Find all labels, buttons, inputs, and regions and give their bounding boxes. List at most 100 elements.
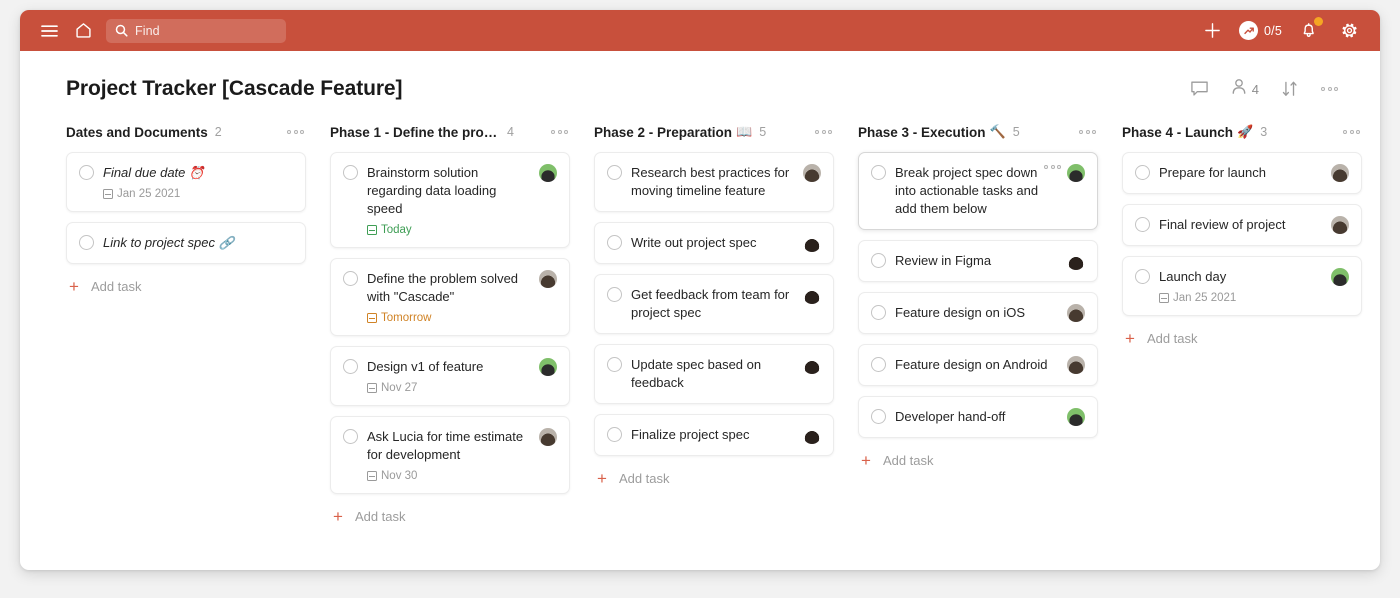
gear-icon[interactable] <box>1336 18 1362 44</box>
assignee-avatar[interactable] <box>803 426 821 444</box>
task-due-date-label: Nov 30 <box>381 470 418 482</box>
task-card[interactable]: Final review of project <box>1122 204 1362 246</box>
task-complete-checkbox[interactable] <box>871 409 886 424</box>
task-card[interactable]: Design v1 of feature Nov 27 <box>330 346 570 406</box>
task-card[interactable]: Review in Figma <box>858 240 1098 282</box>
assignee-avatar[interactable] <box>539 428 557 446</box>
assignee-avatar[interactable] <box>1331 164 1349 182</box>
sort-arrows-icon[interactable] <box>1281 80 1299 98</box>
task-complete-checkbox[interactable] <box>607 357 622 372</box>
task-title: Link to project spec 🔗 <box>103 235 235 250</box>
task-card[interactable]: Finalize project spec <box>594 414 834 456</box>
hamburger-menu-icon[interactable] <box>36 18 62 44</box>
task-title: Get feedback from team for project spec <box>631 287 790 320</box>
assignee-avatar[interactable] <box>803 234 821 252</box>
task-card[interactable]: Launch day Jan 25 2021 <box>1122 256 1362 316</box>
app-window: Find 0/5 Project Tracker [Cascade Featur… <box>20 10 1380 570</box>
task-complete-checkbox[interactable] <box>871 253 886 268</box>
task-due-date-label: Today <box>381 224 412 236</box>
column-more-icon[interactable] <box>551 130 568 134</box>
task-complete-checkbox[interactable] <box>343 165 358 180</box>
task-due-date[interactable]: Nov 27 <box>367 382 557 394</box>
task-card[interactable]: Ask Lucia for time estimate for developm… <box>330 416 570 494</box>
card-list: Brainstorm solution regarding data loadi… <box>330 152 570 494</box>
task-complete-checkbox[interactable] <box>343 429 358 444</box>
task-complete-checkbox[interactable] <box>79 165 94 180</box>
task-complete-checkbox[interactable] <box>607 427 622 442</box>
comment-icon[interactable] <box>1190 80 1209 98</box>
card-list: Research best practices for moving timel… <box>594 152 834 456</box>
page-header: Project Tracker [Cascade Feature] 4 <box>20 51 1380 101</box>
task-complete-checkbox[interactable] <box>1135 217 1150 232</box>
assignee-avatar[interactable] <box>1067 408 1085 426</box>
add-task-label: Add task <box>90 279 142 294</box>
task-title: Update spec based on feedback <box>631 357 762 390</box>
task-due-date[interactable]: Today <box>367 224 557 236</box>
column-more-icon[interactable] <box>1079 130 1096 134</box>
task-card[interactable]: Feature design on Android <box>858 344 1098 386</box>
task-card[interactable]: Research best practices for moving timel… <box>594 152 834 212</box>
task-due-date[interactable]: Nov 30 <box>367 470 557 482</box>
bell-icon[interactable] <box>1296 16 1323 44</box>
assignee-avatar[interactable] <box>1067 252 1085 270</box>
task-card[interactable]: Define the problem solved with "Cascade"… <box>330 258 570 336</box>
task-complete-checkbox[interactable] <box>343 271 358 286</box>
task-complete-checkbox[interactable] <box>79 235 94 250</box>
task-complete-checkbox[interactable] <box>343 359 358 374</box>
column-emoji-icon: 📖 <box>736 124 753 139</box>
task-card-row: Define the problem solved with "Cascade" <box>343 270 557 306</box>
search-input[interactable]: Find <box>106 18 286 43</box>
task-due-date[interactable]: Jan 25 2021 <box>103 188 293 200</box>
add-task-label: Add task <box>354 509 406 524</box>
plus-icon: + <box>597 469 607 488</box>
task-card[interactable]: Feature design on iOS <box>858 292 1098 334</box>
task-card[interactable]: Get feedback from team for project spec <box>594 274 834 334</box>
column-more-icon[interactable] <box>287 130 304 134</box>
task-complete-checkbox[interactable] <box>1135 165 1150 180</box>
add-task-button[interactable]: + Add task <box>330 508 570 525</box>
column-more-icon[interactable] <box>1343 130 1360 134</box>
members-button[interactable]: 4 <box>1231 78 1259 100</box>
goal-progress-chip[interactable]: 0/5 <box>1239 21 1282 40</box>
assignee-avatar[interactable] <box>1331 216 1349 234</box>
task-complete-checkbox[interactable] <box>1135 269 1150 284</box>
task-complete-checkbox[interactable] <box>871 165 886 180</box>
task-card[interactable]: Brainstorm solution regarding data loadi… <box>330 152 570 248</box>
assignee-avatar[interactable] <box>1331 268 1349 286</box>
assignee-avatar[interactable] <box>539 358 557 376</box>
plus-icon[interactable] <box>1199 18 1225 44</box>
add-task-button[interactable]: + Add task <box>1122 330 1362 347</box>
task-complete-checkbox[interactable] <box>607 235 622 250</box>
task-card[interactable]: Break project spec down into actionable … <box>858 152 1098 230</box>
more-horizontal-icon[interactable] <box>1321 87 1338 91</box>
assignee-avatar[interactable] <box>803 164 821 182</box>
assignee-avatar[interactable] <box>1067 356 1085 374</box>
add-task-button[interactable]: + Add task <box>858 452 1098 469</box>
task-card[interactable]: Prepare for launch <box>1122 152 1362 194</box>
task-card[interactable]: Link to project spec 🔗 <box>66 222 306 264</box>
add-task-button[interactable]: + Add task <box>66 278 306 295</box>
task-complete-checkbox[interactable] <box>607 165 622 180</box>
task-complete-checkbox[interactable] <box>607 287 622 302</box>
assignee-avatar[interactable] <box>539 164 557 182</box>
task-complete-checkbox[interactable] <box>871 305 886 320</box>
task-card-row: Launch day <box>1135 268 1349 286</box>
assignee-avatar[interactable] <box>539 270 557 288</box>
task-due-date[interactable]: Jan 25 2021 <box>1159 292 1349 304</box>
task-more-icon[interactable] <box>1044 165 1061 169</box>
task-card[interactable]: Final due date ⏰ Jan 25 2021 <box>66 152 306 212</box>
task-complete-checkbox[interactable] <box>871 357 886 372</box>
task-card-row: Final due date ⏰ <box>79 164 293 182</box>
home-icon[interactable] <box>70 18 96 44</box>
column-task-count: 3 <box>1260 125 1268 139</box>
assignee-avatar[interactable] <box>803 356 821 374</box>
assignee-avatar[interactable] <box>1067 164 1085 182</box>
assignee-avatar[interactable] <box>803 286 821 304</box>
assignee-avatar[interactable] <box>1067 304 1085 322</box>
task-card[interactable]: Update spec based on feedback <box>594 344 834 404</box>
task-card[interactable]: Developer hand-off <box>858 396 1098 438</box>
add-task-button[interactable]: + Add task <box>594 470 834 487</box>
task-due-date[interactable]: Tomorrow <box>367 312 557 324</box>
column-more-icon[interactable] <box>815 130 832 134</box>
task-card[interactable]: Write out project spec <box>594 222 834 264</box>
